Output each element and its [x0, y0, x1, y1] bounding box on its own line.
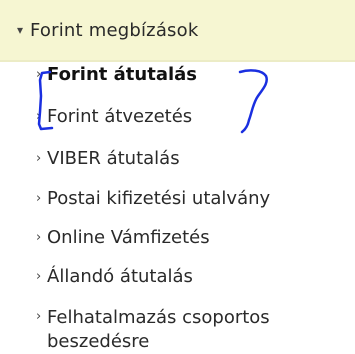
- menu-item-standing-order[interactable]: › Állandó átutalás: [36, 266, 193, 288]
- chevron-right-icon: ›: [36, 269, 42, 284]
- menu-item-label: Online Vámfizetés: [47, 227, 210, 248]
- menu-item-label: VIBER átutalás: [47, 148, 180, 169]
- menu-item-forint-internal-transfer[interactable]: › Forint átvezetés: [36, 106, 192, 128]
- menu-item-postal-payment-order[interactable]: › Postai kifizetési utalvány: [36, 188, 270, 210]
- chevron-right-icon: ›: [36, 109, 42, 124]
- section-title: Forint megbízások: [30, 19, 199, 41]
- menu-item-label: Forint átutalás: [47, 64, 198, 85]
- menu-panel: ▾ Forint megbízások › Forint átutalás › …: [0, 0, 355, 352]
- menu-item-forint-transfer[interactable]: › Forint átutalás: [36, 64, 197, 86]
- chevron-right-icon: ›: [36, 151, 42, 166]
- menu-item-label: Felhatalmazás csoportos beszedésre: [47, 307, 270, 352]
- menu-item-online-customs-payment[interactable]: › Online Vámfizetés: [36, 227, 210, 249]
- chevron-right-icon: ›: [36, 309, 42, 324]
- chevron-down-icon: ▾: [17, 23, 24, 37]
- section-header-forint-orders[interactable]: ▾ Forint megbízások: [0, 0, 355, 62]
- menu-item-viber-transfer[interactable]: › VIBER átutalás: [36, 148, 180, 170]
- right-bracket-stroke: [238, 69, 268, 134]
- menu-item-label: Forint átvezetés: [47, 106, 193, 127]
- chevron-right-icon: ›: [36, 67, 42, 82]
- menu-item-label: Postai kifizetési utalvány: [47, 188, 271, 209]
- chevron-right-icon: ›: [36, 191, 42, 206]
- menu-item-label: Állandó átutalás: [47, 266, 193, 287]
- chevron-right-icon: ›: [36, 230, 42, 245]
- menu-item-direct-debit-authorization[interactable]: › Felhatalmazás csoportos beszedésre: [36, 306, 347, 354]
